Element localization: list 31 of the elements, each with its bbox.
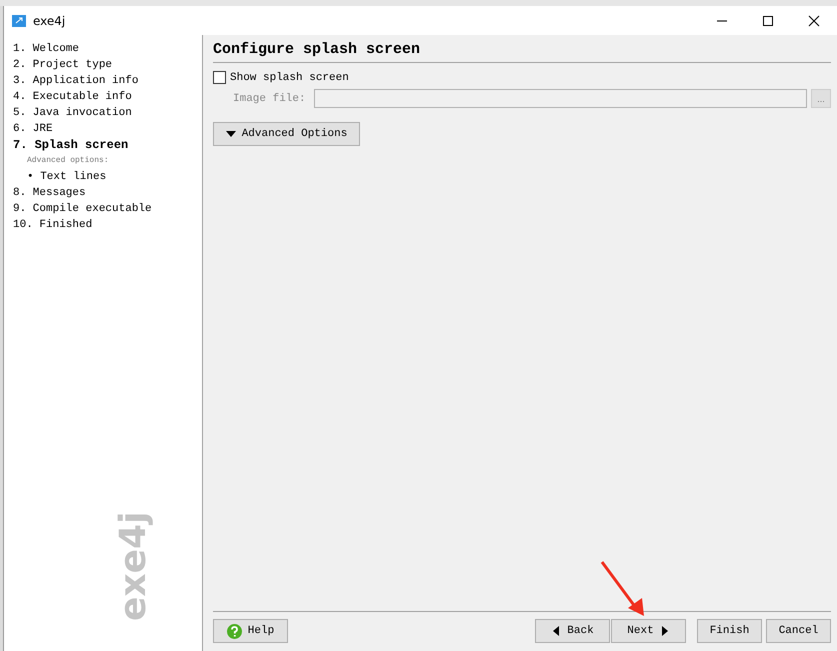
sub-heading: Advanced options: [26,155,110,167]
close-icon [808,14,820,26]
step-item[interactable]: 3. Application info [13,73,202,89]
page-title: Configure splash screen [213,41,831,63]
step-item[interactable]: 4. Executable info [13,89,202,105]
step-item[interactable]: 10. Finished [13,217,202,233]
help-button[interactable]: Help [213,619,288,643]
caret-left-icon [551,626,562,636]
step-item[interactable]: 8. Messages [13,185,202,201]
logo: exe4j [113,512,154,621]
step-item[interactable]: 2. Project type [13,57,202,73]
checkbox[interactable] [213,71,226,84]
caret-down-icon [226,129,236,139]
back-button[interactable]: Back [535,619,610,643]
checkbox-label: Show splash screen [230,72,349,84]
caret-right-icon [660,626,670,636]
step-item[interactable]: 7. Splash screen [13,137,202,153]
plain-button[interactable]: Finish [697,619,762,643]
step-item[interactable]: 1. Welcome [13,41,202,57]
window-title: exe4j [33,14,66,28]
plain-button[interactable]: Cancel [766,619,831,643]
advanced-options-button[interactable]: Advanced Options [213,122,360,146]
step-item[interactable]: 9. Compile executable [13,201,202,217]
step-item[interactable]: 5. Java invocation [13,105,202,121]
app-icon [12,14,26,26]
maximize-icon [762,14,774,26]
step-item[interactable]: 6. JRE [13,121,202,137]
help-icon [226,624,242,638]
next-button[interactable]: Next [611,619,686,643]
field-label: Image file: [233,92,306,104]
sub-step-item[interactable]: • Text lines [13,169,202,185]
